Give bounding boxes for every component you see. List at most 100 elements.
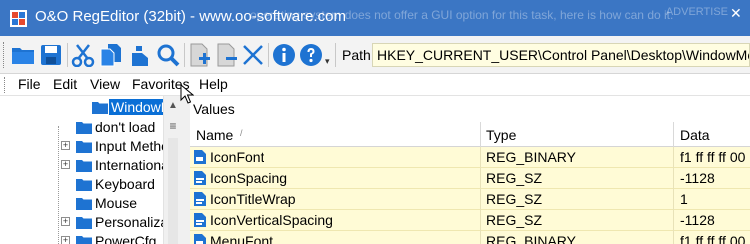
paste-button[interactable] <box>126 41 152 69</box>
open-folder-icon <box>12 48 34 64</box>
new-key-button[interactable] <box>187 41 213 69</box>
value-name: MenuFont <box>210 233 274 244</box>
tree-item-label: Keyboard <box>95 176 155 192</box>
find-icon <box>157 44 180 67</box>
value-data: 1 <box>680 191 688 207</box>
toolbar-separator <box>335 43 336 67</box>
value-name: IconVerticalSpacing <box>210 212 333 228</box>
tree-item-powercfg[interactable]: + PowerCfg <box>0 232 181 244</box>
mouse-pointer-icon <box>180 84 194 104</box>
paste-icon <box>132 46 148 66</box>
value-name: IconSpacing <box>210 170 288 186</box>
column-header-name[interactable]: Name <box>196 127 233 143</box>
folder-icon <box>76 160 92 172</box>
column-header-data[interactable]: Data <box>680 127 710 143</box>
menu-view[interactable]: View <box>90 76 120 92</box>
save-icon <box>41 45 61 65</box>
close-window-icon[interactable]: ✕ <box>730 6 742 20</box>
string-value-icon <box>194 213 206 227</box>
background-advertise-text: ADVERTISE <box>665 6 728 18</box>
new-key-icon <box>190 43 210 67</box>
tree-item-dont-load[interactable]: don't load <box>0 118 181 137</box>
help-button[interactable] <box>298 41 324 69</box>
delete-icon <box>243 45 263 65</box>
menu-file[interactable]: File <box>18 76 41 92</box>
tree-item-label: don't load <box>95 119 156 135</box>
copy-button[interactable] <box>98 41 124 69</box>
tree-expand-toggle[interactable]: + <box>61 160 70 169</box>
value-type: REG_SZ <box>486 212 543 228</box>
tree-item-label: PowerCfg <box>95 233 157 244</box>
toolbar-grip[interactable] <box>3 42 6 68</box>
column-gridline <box>673 147 674 244</box>
toolbar-dropdown-arrow-icon[interactable]: ▾ <box>325 56 330 67</box>
folder-icon <box>76 217 92 229</box>
scroll-thumb-icon[interactable]: ≡ <box>167 120 179 134</box>
tree-expand-toggle[interactable]: + <box>61 217 70 226</box>
value-type: REG_BINARY <box>486 233 576 244</box>
value-data: -1128 <box>680 170 715 186</box>
value-name: IconTitleWrap <box>210 191 296 207</box>
column-divider[interactable] <box>480 122 481 147</box>
toolbar-separator <box>184 43 185 67</box>
new-value-icon <box>217 43 237 67</box>
cut-button[interactable] <box>70 41 96 69</box>
open-folder-button[interactable] <box>10 41 36 69</box>
delete-button[interactable] <box>240 41 266 69</box>
folder-icon <box>76 141 92 153</box>
column-gridline <box>480 147 481 244</box>
registry-tree: WindowMetrics don't load + Input Method … <box>0 96 182 244</box>
value-type: REG_SZ <box>486 191 543 207</box>
values-grid: Name / Type Data IconFont REG_BINARY f1 … <box>190 122 750 244</box>
table-row[interactable]: MenuFont REG_BINARY f1 ff ff ff 00 <box>190 231 750 244</box>
menu-help[interactable]: Help <box>199 76 228 92</box>
string-value-icon <box>194 171 206 185</box>
tree-item-label: Mouse <box>95 195 138 211</box>
help-icon <box>300 44 322 66</box>
window-title: O&O RegEditor (32bit) - www.oo-software.… <box>35 8 346 25</box>
menu-edit[interactable]: Edit <box>53 76 77 92</box>
tree-expand-toggle[interactable]: + <box>61 141 70 150</box>
save-button[interactable] <box>38 41 64 69</box>
info-button[interactable] <box>271 41 297 69</box>
table-row[interactable]: IconFont REG_BINARY f1 ff ff ff 00 <box>190 147 750 168</box>
tree-item-mouse[interactable]: Mouse <box>0 194 181 213</box>
tree-item-input-method[interactable]: + Input Method <box>0 137 181 156</box>
toolbar: ▾ Path HKEY_CURRENT_USER\Control Panel\D… <box>0 36 750 74</box>
sort-indicator-icon: / <box>240 128 243 138</box>
table-row[interactable]: IconVerticalSpacing REG_SZ -1128 <box>190 210 750 231</box>
value-name: IconFont <box>210 149 265 165</box>
table-row[interactable]: IconSpacing REG_SZ -1128 <box>190 168 750 189</box>
toolbar-separator <box>67 43 68 67</box>
scroll-track[interactable] <box>168 138 178 244</box>
column-header-type[interactable]: Type <box>486 127 516 143</box>
tree-item-keyboard[interactable]: Keyboard <box>0 175 181 194</box>
values-pane-title: Values <box>190 96 750 122</box>
tree-expand-toggle[interactable]: + <box>61 236 70 244</box>
value-data: f1 ff ff ff 00 <box>680 149 746 165</box>
find-button[interactable] <box>155 41 181 69</box>
string-value-icon <box>194 192 206 206</box>
copy-icon <box>100 44 121 67</box>
tree-item-label: International <box>95 157 173 173</box>
tree-item-personalization[interactable]: + Personalization <box>0 213 181 232</box>
values-grid-header: Name / Type Data <box>190 122 750 147</box>
folder-icon <box>76 179 92 191</box>
tree-item-international[interactable]: + International <box>0 156 181 175</box>
value-data: f1 ff ff ff 00 <box>680 233 746 244</box>
table-row[interactable]: IconTitleWrap REG_SZ 1 <box>190 189 750 210</box>
menu-grip[interactable] <box>4 77 7 93</box>
tree-item-windowmetrics[interactable]: WindowMetrics <box>0 98 181 117</box>
title-bar: operating system does not offer a GUI op… <box>0 0 750 36</box>
folder-icon <box>76 236 92 244</box>
binary-value-icon <box>194 234 206 244</box>
app-logo-icon <box>10 10 27 27</box>
folder-icon <box>92 102 108 114</box>
column-divider[interactable] <box>673 122 674 147</box>
new-value-button[interactable] <box>214 41 240 69</box>
toolbar-separator <box>268 43 269 67</box>
path-input[interactable]: HKEY_CURRENT_USER\Control Panel\Desktop\… <box>372 43 750 67</box>
menu-bar: File Edit View Favorites Help <box>0 74 750 96</box>
pane-splitter[interactable] <box>182 96 190 244</box>
tree-scrollbar[interactable]: ▲ ≡ <box>163 96 182 244</box>
